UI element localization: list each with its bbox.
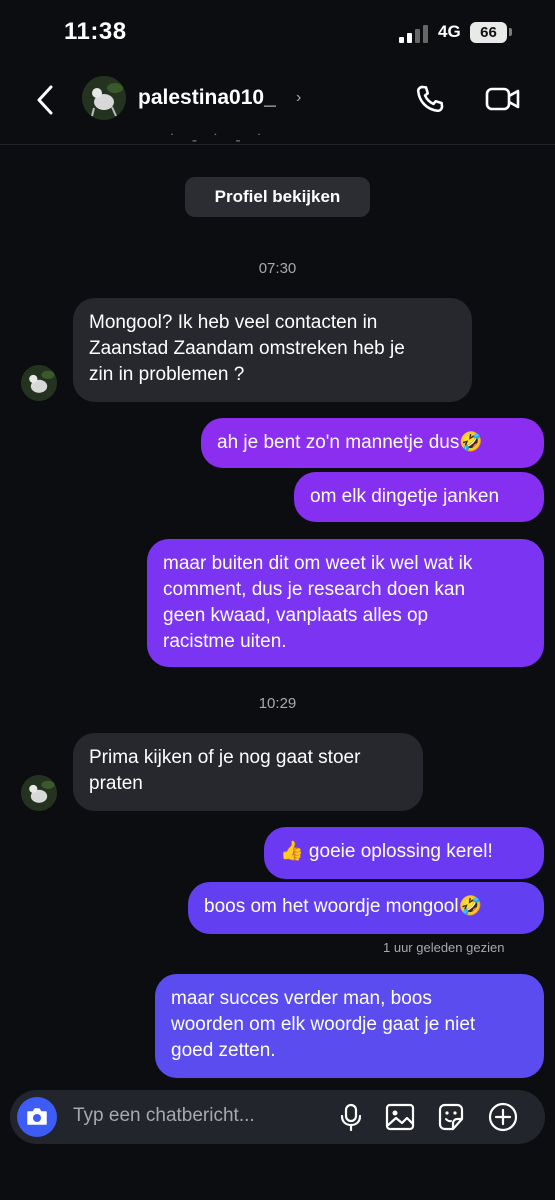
- clipped-text-fragment: ˙ ‐ ˙ ‐ ˙: [170, 132, 269, 149]
- battery-level: 66: [480, 24, 497, 41]
- plus-icon[interactable]: [487, 1101, 519, 1133]
- outgoing-message[interactable]: maar succes verder man, boos woorden om …: [155, 974, 544, 1078]
- incoming-message[interactable]: Prima kijken of je nog gaat stoer praten: [73, 733, 423, 811]
- avatar[interactable]: [21, 365, 57, 401]
- battery-tip: [509, 28, 512, 36]
- phone-icon[interactable]: [413, 82, 447, 116]
- camera-button[interactable]: [17, 1097, 57, 1137]
- contact-username[interactable]: palestina010_: [138, 86, 276, 110]
- outgoing-message[interactable]: ah je bent zo'n mannetje dus🤣: [201, 418, 544, 468]
- battery-icon: 66: [470, 22, 507, 43]
- avatar[interactable]: [82, 76, 126, 120]
- incoming-message[interactable]: Mongool? Ik heb veel contacten in Zaanst…: [73, 298, 472, 402]
- video-camera-icon[interactable]: [484, 82, 522, 116]
- outgoing-message[interactable]: maar buiten dit om weet ik wel wat ik co…: [147, 539, 544, 667]
- timestamp: 07:30: [258, 260, 297, 277]
- message-input[interactable]: Typ een chatbericht...: [73, 1105, 255, 1127]
- seen-status: 1 uur geleden gezien: [383, 940, 505, 955]
- camera-icon: [27, 1108, 47, 1125]
- status-bar: 11:38 4G 66: [0, 0, 555, 64]
- signal-icon: [399, 23, 429, 43]
- outgoing-message[interactable]: boos om het woordje mongool🤣: [188, 882, 544, 934]
- outgoing-message[interactable]: om elk dingetje janken: [294, 472, 544, 522]
- avatar[interactable]: [21, 775, 57, 811]
- gallery-icon[interactable]: [384, 1101, 416, 1133]
- profile-chevron-icon[interactable]: ›: [296, 89, 301, 107]
- network-label: 4G: [438, 22, 461, 41]
- microphone-icon[interactable]: [335, 1101, 367, 1133]
- view-profile-button[interactable]: Profiel bekijken: [185, 177, 370, 217]
- timestamp: 10:29: [258, 695, 297, 712]
- chat-header: palestina010_ ›: [0, 64, 555, 145]
- status-time: 11:38: [64, 18, 127, 45]
- sticker-icon[interactable]: [435, 1101, 467, 1133]
- back-chevron-icon[interactable]: [30, 82, 62, 118]
- outgoing-message[interactable]: 👍 goeie oplossing kerel!: [264, 827, 544, 879]
- message-composer: Typ een chatbericht...: [10, 1090, 545, 1144]
